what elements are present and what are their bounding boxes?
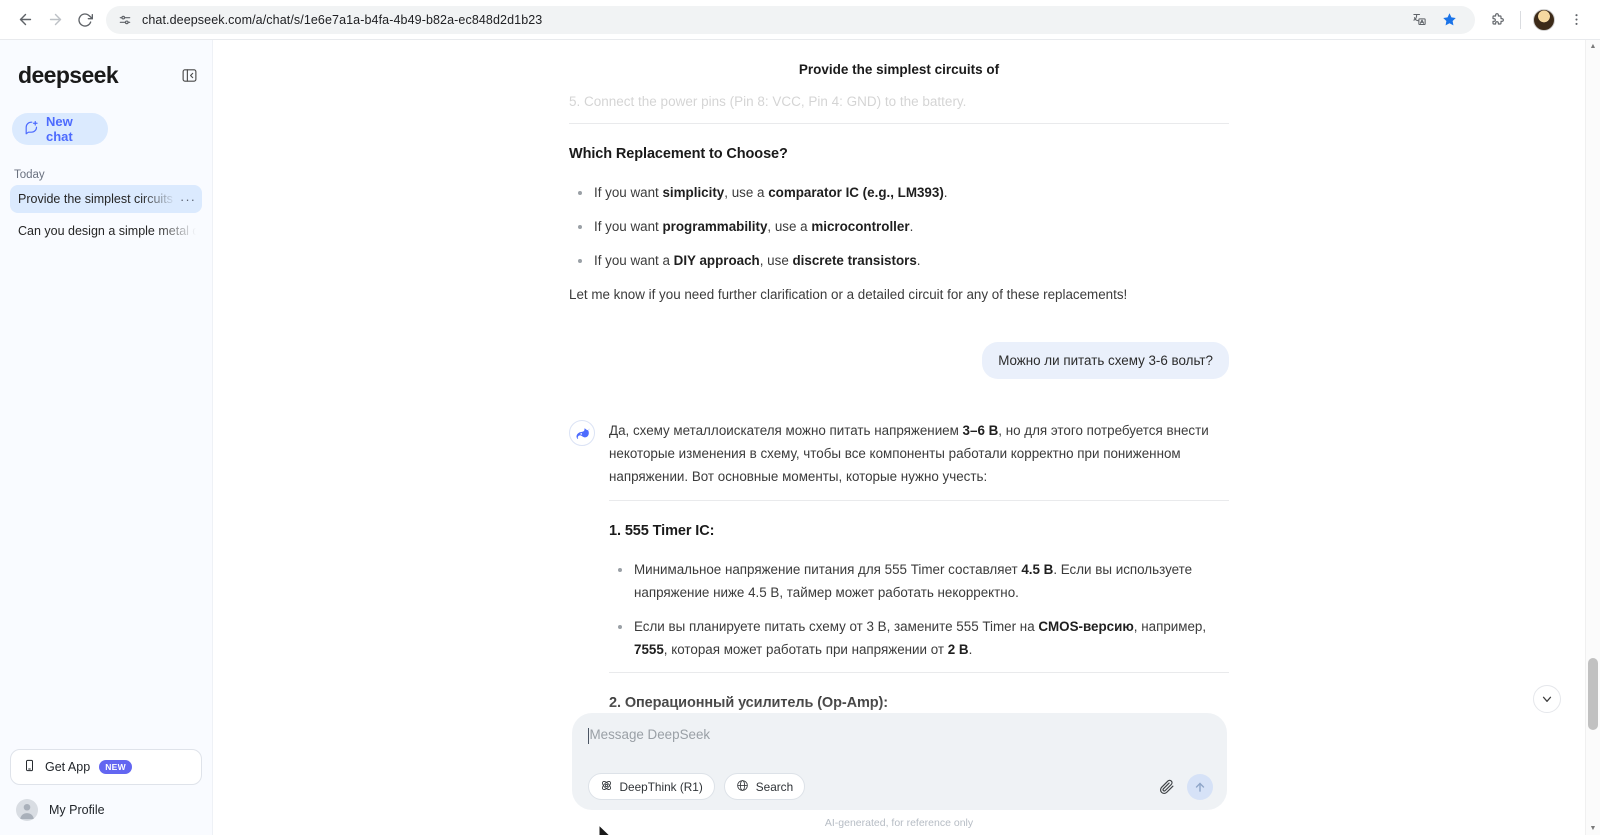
chat-main: Provide the simplest circuits of 5. Conn… bbox=[213, 40, 1585, 835]
heading-555-timer: 1. 555 Timer IC: bbox=[609, 523, 715, 539]
send-button[interactable] bbox=[1186, 773, 1213, 800]
avatar bbox=[16, 799, 38, 821]
my-profile-label: My Profile bbox=[49, 803, 105, 817]
new-chat-button[interactable]: New chat bbox=[12, 113, 108, 145]
new-badge: NEW bbox=[99, 760, 132, 774]
search-label: Search bbox=[755, 779, 794, 794]
new-chat-icon bbox=[24, 120, 39, 138]
composer-right-actions bbox=[1158, 773, 1213, 800]
list-item: Минимальное напряжение питания для 555 T… bbox=[609, 558, 1229, 604]
list-item: If you want simplicity, use a comparator… bbox=[569, 181, 1229, 204]
search-toggle[interactable]: Search bbox=[723, 773, 806, 800]
title-fade-overlay bbox=[213, 40, 1551, 92]
closing-paragraph: Let me know if you need further clarific… bbox=[569, 287, 1128, 302]
assistant-intro-paragraph: Да, схему металлоискателя можно питать н… bbox=[609, 423, 1209, 484]
list-item: If you want a DIY approach, use discrete… bbox=[569, 249, 1229, 272]
profile-avatar[interactable] bbox=[1530, 6, 1558, 34]
composer-box[interactable]: Message DeepSeek DeepThink (R1) Search bbox=[571, 713, 1227, 810]
get-app-label: Get App bbox=[45, 760, 91, 774]
timer-bullet-list: Минимальное напряжение питания для 555 T… bbox=[609, 558, 1229, 661]
list-item: Если вы планируете питать схему от 3 В, … bbox=[609, 615, 1229, 661]
section-divider-3 bbox=[609, 672, 1229, 673]
deepseek-logo-icon bbox=[569, 420, 595, 446]
extensions-icon[interactable] bbox=[1483, 6, 1511, 34]
translate-icon[interactable] bbox=[1405, 6, 1433, 34]
scrollbar-up-arrow[interactable]: ▲ bbox=[1586, 40, 1600, 53]
heading-op-amp: 2. Операционный усилитель (Op-Amp): bbox=[609, 695, 888, 711]
globe-icon bbox=[736, 779, 749, 795]
composer-area: Message DeepSeek DeepThink (R1) Search A… bbox=[213, 713, 1585, 835]
browser-toolbar: chat.deepseek.com/a/chat/s/1e6e7a1a-b4fa… bbox=[0, 0, 1600, 40]
chat-title-0: Provide the simplest circuits of bbox=[18, 192, 176, 206]
sidebar-footer: Get App NEW My Profile bbox=[10, 749, 202, 835]
replacement-bullet-list: If you want simplicity, use a comparator… bbox=[569, 181, 1229, 272]
phone-icon bbox=[23, 759, 36, 775]
my-profile-button[interactable]: My Profile bbox=[10, 799, 202, 821]
text-caret bbox=[587, 728, 589, 744]
toolbar-right-group bbox=[1483, 6, 1590, 34]
deepthink-icon bbox=[600, 779, 613, 795]
sidebar-item-chat-1[interactable]: Can you design a simple metal de bbox=[10, 217, 202, 245]
user-message-bubble: Можно ли питать схему 3-6 вольт? bbox=[982, 342, 1229, 379]
chat-more-options-icon[interactable]: ··· bbox=[176, 192, 196, 207]
get-app-button[interactable]: Get App NEW bbox=[10, 749, 202, 785]
sidebar-header: deepseek bbox=[10, 40, 202, 89]
composer-toolbar: DeepThink (R1) Search bbox=[587, 773, 1213, 800]
sidebar-item-chat-0[interactable]: Provide the simplest circuits of ··· bbox=[10, 185, 202, 213]
user-message-row: Можно ли питать схему 3-6 вольт? bbox=[569, 342, 1229, 379]
scroll-to-bottom-button[interactable] bbox=[1533, 685, 1561, 713]
forward-button[interactable] bbox=[40, 5, 70, 35]
chat-title-1: Can you design a simple metal de bbox=[18, 224, 196, 238]
attach-file-icon[interactable] bbox=[1158, 778, 1175, 795]
bookmark-star-icon[interactable] bbox=[1435, 6, 1463, 34]
toolbar-divider bbox=[1520, 10, 1521, 29]
deepseek-wordmark: deepseek bbox=[18, 62, 119, 88]
truncated-previous-line: 5. Connect the power pins (Pin 8: VCC, P… bbox=[569, 94, 967, 109]
deepthink-label: DeepThink (R1) bbox=[619, 779, 703, 794]
sidebar: deepseek New chat Today Provide the simp… bbox=[0, 40, 213, 835]
scrollbar-thumb[interactable] bbox=[1588, 658, 1598, 730]
heading-which-replacement: Which Replacement to Choose? bbox=[569, 146, 788, 162]
reload-button[interactable] bbox=[70, 5, 100, 35]
section-divider bbox=[569, 123, 1229, 124]
message-input[interactable]: Message DeepSeek bbox=[587, 727, 1213, 765]
site-settings-icon[interactable] bbox=[118, 13, 132, 27]
page-scrollbar[interactable]: ▲ ▼ bbox=[1585, 40, 1600, 835]
collapse-sidebar-icon[interactable] bbox=[181, 67, 198, 84]
new-chat-label: New chat bbox=[46, 114, 73, 144]
chrome-menu-icon[interactable] bbox=[1562, 6, 1590, 34]
back-button[interactable] bbox=[10, 5, 40, 35]
list-item: If you want programmability, use a micro… bbox=[569, 215, 1229, 238]
message-input-placeholder: Message DeepSeek bbox=[589, 727, 711, 742]
message-thread: 5. Connect the power pins (Pin 8: VCC, P… bbox=[569, 90, 1229, 787]
scrollbar-down-arrow[interactable]: ▼ bbox=[1586, 822, 1600, 835]
message-scroll-area[interactable]: 5. Connect the power pins (Pin 8: VCC, P… bbox=[213, 40, 1585, 787]
address-bar[interactable]: chat.deepseek.com/a/chat/s/1e6e7a1a-b4fa… bbox=[106, 5, 1475, 34]
url-text: chat.deepseek.com/a/chat/s/1e6e7a1a-b4fa… bbox=[142, 12, 543, 27]
deepthink-toggle[interactable]: DeepThink (R1) bbox=[587, 773, 715, 800]
section-divider-2 bbox=[609, 500, 1229, 501]
disclaimer-text: AI-generated, for reference only bbox=[824, 817, 974, 829]
mouse-cursor bbox=[599, 825, 611, 835]
sidebar-section-today: Today bbox=[14, 169, 45, 181]
page-body: deepseek New chat Today Provide the simp… bbox=[0, 40, 1600, 835]
